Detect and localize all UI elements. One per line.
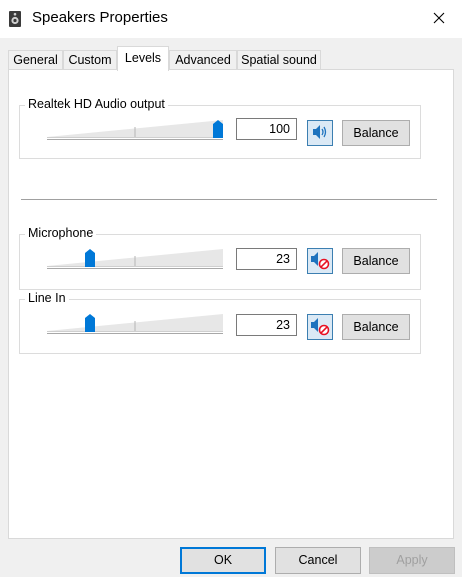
level-label-output: Realtek HD Audio output	[25, 97, 168, 111]
level-label-microphone: Microphone	[25, 226, 97, 240]
slider-thumb[interactable]	[85, 249, 95, 267]
speaker-icon	[311, 123, 329, 144]
level-value-microphone[interactable]: 23	[236, 248, 297, 270]
level-group-microphone: Microphone 23 Balance	[19, 226, 421, 290]
volume-slider-microphone[interactable]	[47, 247, 223, 269]
level-group-output: Realtek HD Audio output 100 Balance	[19, 97, 421, 159]
slider-thumb[interactable]	[85, 314, 95, 332]
balance-button-output[interactable]: Balance	[342, 120, 410, 146]
mute-toggle-microphone[interactable]	[307, 248, 333, 274]
apply-button[interactable]: Apply	[369, 547, 455, 574]
separator	[21, 199, 437, 200]
slider-thumb[interactable]	[213, 120, 223, 138]
title-bar: Speakers Properties	[0, 0, 462, 38]
speaker-muted-icon	[310, 316, 330, 339]
volume-slider-output[interactable]	[47, 118, 223, 140]
level-value-output[interactable]: 100	[236, 118, 297, 140]
balance-button-line-in[interactable]: Balance	[342, 314, 410, 340]
level-label-line-in: Line In	[25, 291, 69, 305]
level-group-line-in: Line In 23 Balance	[19, 291, 421, 354]
close-button[interactable]	[416, 0, 462, 38]
tab-levels[interactable]: Levels	[117, 46, 169, 71]
tab-advanced[interactable]: Advanced	[169, 50, 237, 69]
cancel-button[interactable]: Cancel	[275, 547, 361, 574]
tab-custom[interactable]: Custom	[63, 50, 117, 69]
mute-toggle-output[interactable]	[307, 120, 333, 146]
speaker-device-icon	[8, 10, 22, 28]
mute-toggle-line-in[interactable]	[307, 314, 333, 340]
tab-general[interactable]: General	[8, 50, 63, 69]
window-title: Speakers Properties	[32, 9, 168, 26]
close-icon	[433, 12, 445, 27]
level-value-line-in[interactable]: 23	[236, 314, 297, 336]
levels-panel: Realtek HD Audio output 100 Balance Micr…	[8, 69, 454, 539]
balance-button-microphone[interactable]: Balance	[342, 248, 410, 274]
speaker-muted-icon	[310, 250, 330, 273]
ok-button[interactable]: OK	[180, 547, 266, 574]
volume-slider-line-in[interactable]	[47, 312, 223, 334]
tab-spatial-sound[interactable]: Spatial sound	[237, 50, 321, 69]
